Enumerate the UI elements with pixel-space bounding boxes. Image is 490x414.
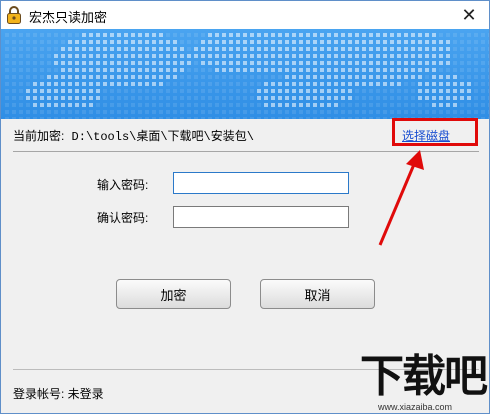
encrypt-button[interactable]: 加密 <box>116 279 231 309</box>
highlight-box <box>392 118 478 146</box>
watermark-url: www.xiazaiba.com <box>378 402 453 412</box>
current-path-row: 当前加密: D:\tools\桌面\下载吧\安装包\ <box>13 127 254 144</box>
current-path-label: 当前加密: <box>13 129 65 143</box>
cancel-button[interactable]: 取消 <box>260 279 375 309</box>
current-path-value: D:\tools\桌面\下载吧\安装包\ <box>71 130 254 144</box>
divider <box>13 151 479 152</box>
title-bar: 宏杰只读加密 ✕ <box>1 1 489 29</box>
watermark-brand: 下载吧 <box>360 351 488 402</box>
close-button[interactable]: ✕ <box>449 1 489 29</box>
confirm-password-label: 确认密码: <box>97 211 149 225</box>
close-icon: ✕ <box>461 4 477 25</box>
lock-icon <box>6 6 22 24</box>
window-title: 宏杰只读加密 <box>29 10 108 25</box>
input-password-label: 输入密码: <box>97 178 149 192</box>
password-input[interactable] <box>173 172 349 194</box>
header-banner <box>1 29 489 119</box>
confirm-password-input[interactable] <box>173 206 349 228</box>
watermark: 下载吧 www.xiazaiba.com <box>356 352 490 414</box>
world-map-graphic <box>5 33 489 119</box>
login-status: 登录帐号: 未登录 <box>13 387 104 401</box>
